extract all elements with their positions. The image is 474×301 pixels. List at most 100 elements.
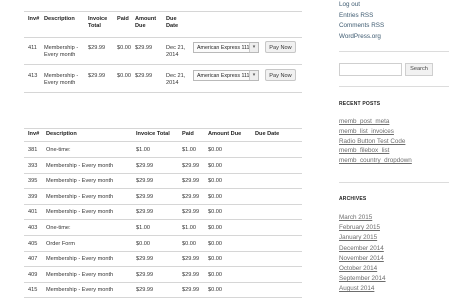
cell-paid: $29.99 [182, 162, 200, 169]
cell-amount-due: $0.00 [208, 162, 222, 169]
cell-total: $29.99 [136, 287, 154, 294]
col-paid: Paid [182, 131, 194, 137]
cell-due-date: Dec 21, 2014 [166, 45, 186, 58]
recent-post-link[interactable]: memb_post_meta [339, 118, 389, 126]
chevron-down-icon: ▾ [249, 71, 258, 80]
archive-link[interactable]: January 2015 [339, 234, 377, 242]
cell-total: $29.99 [136, 209, 154, 216]
cell-inv: 401 [28, 209, 38, 216]
cell-amount-due: $0.00 [208, 193, 222, 200]
cell-amount-due: $0.00 [208, 178, 222, 185]
row-divider [24, 64, 302, 65]
cell-inv: 399 [28, 193, 38, 200]
cell-amount-due: $0.00 [208, 209, 222, 216]
cell-total: $29.99 [136, 178, 154, 185]
cell-description: Membership - Every month [44, 45, 79, 58]
row-divider [24, 297, 302, 299]
row-divider [24, 188, 302, 190]
col-invoice-total: Invoice Total [136, 131, 170, 137]
cell-amount-due: $29.99 [135, 45, 153, 51]
cell-inv: 395 [28, 178, 38, 185]
cell-paid: $29.99 [182, 209, 200, 216]
card-select-value: American Express 1111 [197, 73, 253, 79]
cell-paid: $0.00 [117, 45, 131, 51]
cell-description: Order Form [46, 240, 75, 247]
recent-post-link[interactable]: memb_list_invoices [339, 128, 394, 136]
cell-total: $29.99 [136, 193, 154, 200]
row-divider [24, 157, 302, 158]
archive-link[interactable]: October 2014 [339, 265, 377, 273]
col-amount-due: Amount Due [135, 16, 157, 29]
recent-post-link[interactable]: memb_filebox_list [339, 147, 389, 155]
cell-paid: $29.99 [182, 256, 200, 263]
cell-inv: 411 [28, 45, 37, 51]
cell-inv: 405 [28, 240, 38, 247]
cell-inv: 403 [28, 225, 38, 231]
col-description: Description [44, 16, 75, 22]
cell-paid: $29.99 [182, 178, 200, 185]
cell-due-date: Dec 21, 2014 [166, 73, 186, 86]
comments-rss-link[interactable]: Comments RSS [339, 22, 384, 30]
pay-now-button[interactable]: Pay Now [265, 41, 296, 53]
cell-total: $29.99 [88, 45, 106, 51]
row-divider [24, 266, 302, 268]
col-amount-due: Amount Due [208, 131, 242, 137]
cell-inv: 413 [28, 73, 38, 79]
widget-divider [339, 51, 449, 52]
search-button[interactable]: Search [405, 63, 433, 76]
cell-total: $0.00 [136, 240, 150, 247]
cell-paid: $0.00 [117, 73, 131, 79]
col-due-date: Due Date [166, 16, 179, 29]
recent-post-link[interactable]: memb_country_dropdown [339, 157, 412, 165]
pay-now-button[interactable]: Pay Now [265, 69, 296, 81]
cell-description: Membership - Every month [46, 287, 114, 294]
wordpress-org-link[interactable]: WordPress.org [339, 33, 381, 41]
cell-total: $29.99 [136, 162, 154, 169]
card-select[interactable]: American Express 1111 ▾ [193, 70, 259, 81]
cell-paid: $1.00 [182, 225, 196, 231]
widget-divider [339, 86, 449, 87]
row-divider [24, 281, 302, 283]
cell-description: One-time: [46, 147, 71, 153]
archive-link[interactable]: September 2014 [339, 275, 386, 283]
cell-total: $1.00 [136, 225, 150, 231]
entries-rss-link[interactable]: Entries RSS [339, 12, 373, 20]
col-description: Description [46, 131, 77, 137]
archive-link[interactable]: August 2014 [339, 285, 374, 293]
cell-inv: 393 [28, 162, 38, 169]
cell-description: Membership - Every month [46, 209, 114, 216]
col-paid: Paid [117, 16, 129, 22]
cell-amount-due: $0.00 [208, 256, 222, 263]
cell-inv: 415 [28, 287, 38, 294]
search-input[interactable] [339, 63, 402, 76]
card-select-value: American Express 1111 [197, 45, 253, 51]
cell-description: Membership - Every month [46, 178, 114, 185]
cell-amount-due: $0.00 [208, 287, 222, 294]
row-divider [24, 250, 302, 252]
cell-amount-due: $0.00 [208, 147, 222, 153]
cell-total: $1.00 [136, 147, 150, 153]
archive-link[interactable]: December 2014 [339, 245, 384, 253]
cell-paid: $0.00 [182, 240, 196, 247]
archive-link[interactable]: November 2014 [339, 255, 384, 263]
recent-posts-title: RECENT POSTS [339, 101, 381, 107]
cell-description: Membership - Every month [44, 73, 79, 86]
cell-total: $29.99 [136, 271, 154, 278]
cell-inv: 381 [28, 147, 38, 153]
cell-inv: 409 [28, 271, 38, 278]
row-divider [24, 235, 302, 236]
recent-post-link[interactable]: Radio Button Test Code [339, 138, 405, 146]
logout-link[interactable]: Log out [339, 1, 360, 9]
cell-paid: $29.99 [182, 193, 200, 200]
col-invoice-total: Invoice Total [88, 16, 108, 29]
widget-divider [339, 182, 449, 183]
cell-description: Membership - Every month [46, 271, 114, 278]
cell-total: $29.99 [88, 73, 106, 79]
card-select[interactable]: American Express 1111 ▾ [193, 42, 259, 53]
cell-paid: $29.99 [182, 271, 200, 278]
archive-link[interactable]: March 2015 [339, 214, 372, 222]
col-due-date: Due Date [255, 131, 280, 137]
cell-amount-due: $29.99 [135, 73, 153, 79]
row-divider [24, 172, 302, 174]
archive-link[interactable]: February 2015 [339, 224, 380, 232]
